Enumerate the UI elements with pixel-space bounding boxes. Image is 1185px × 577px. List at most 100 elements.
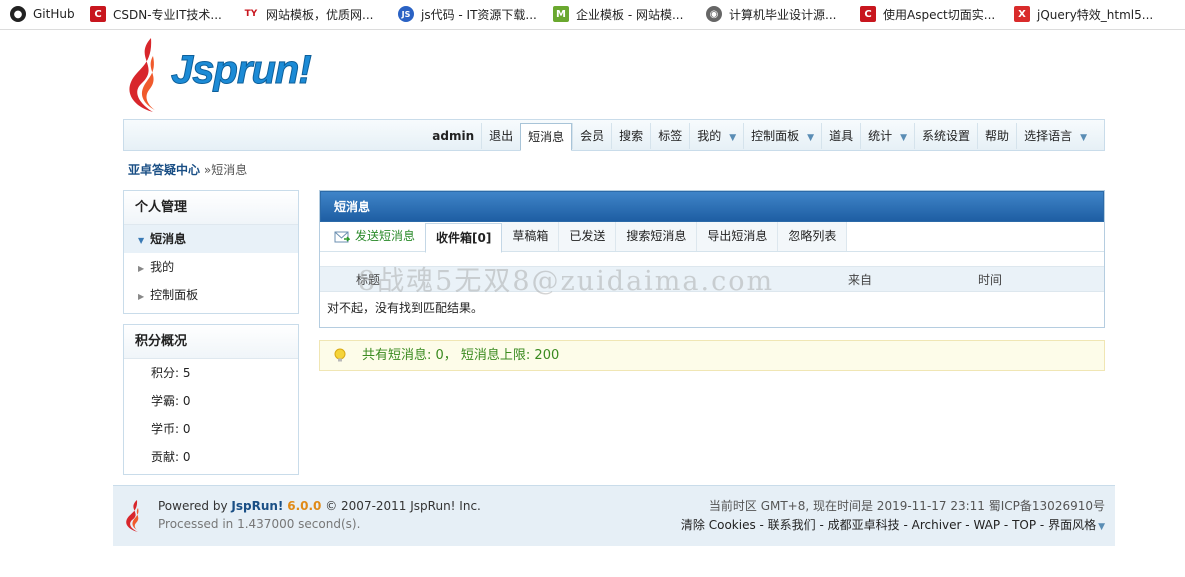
link-top[interactable]: TOP [1012,518,1036,532]
bookmark-ty[interactable]: TY 网站模板，优质网... [243,4,374,24]
pm-box-title: 短消息 [320,191,1104,222]
nav-control-panel[interactable]: 控制面板 ▼ [743,123,821,149]
bookmark-label: GitHub [33,7,75,21]
bookmark-label: 使用Aspect切面实... [883,7,996,22]
tab-drafts[interactable]: 草稿箱 [502,222,560,251]
nav-tools[interactable]: 道具 [821,123,860,149]
bookmark-csdn[interactable]: C CSDN-专业IT技术... [90,4,222,24]
link-archiver[interactable]: Archiver [912,518,962,532]
tab-send-pm[interactable]: 发送短消息 [326,222,425,251]
bookmark-label: jQuery特效_html5... [1037,7,1154,22]
credit-value: 0 [182,394,191,408]
bookmark-label: 企业模板 - 网站模... [576,7,684,22]
chevron-down-icon: ▼ [807,133,815,143]
brand-link[interactable]: JspRun! [231,499,283,513]
link-clear-cookies[interactable]: 清除 Cookies [681,518,756,532]
credit-value: 0 [182,422,191,436]
main-nav: admin 退出 短消息 会员 搜索 标签 我的 ▼ 控制面板 ▼ 道具 统计 ▼ 系… [123,119,1105,151]
panel-title: 个人管理 [124,191,298,225]
bookmark-js[interactable]: JS js代码 - IT资源下载... [398,4,537,24]
powered-by: Powered by JspRun! 6.0.0 © 2007-2011 Jsp… [158,499,481,513]
chevron-down-icon: ▼ [138,236,145,245]
breadcrumb-current: 短消息 [211,163,248,177]
bookmark-aspect[interactable]: C 使用Aspect切面实... [860,4,995,24]
panel-title: 积分概况 [124,325,298,359]
nav-stats[interactable]: 统计 ▼ [860,123,914,149]
pm-notice: 共有短消息: 0， 短消息上限: 200 [319,340,1105,371]
tab-label: 发送短消息 [355,229,416,243]
link-company[interactable]: 成都亚卓科技 [828,518,900,532]
link-contact[interactable]: 联系我们 [768,518,816,532]
link-wap[interactable]: WAP [973,518,1000,532]
personal-panel: 个人管理 ▼ 短消息 ▶ 我的 ▶ 控制面板 [123,190,299,314]
nav-user[interactable]: admin [425,123,481,149]
nav-language-label: 选择语言 [1024,129,1073,143]
breadcrumb-home[interactable]: 亚卓答疑中心 [128,163,200,177]
flame-icon [129,38,155,112]
sidebar-item-label: 我的 [150,260,175,274]
chevron-down-icon[interactable]: ▼ [1098,522,1105,532]
version: 6.0.0 [287,499,322,513]
tab-ignore-list[interactable]: 忽略列表 [778,222,848,251]
bookmark-globe[interactable]: ◉ 计算机毕业设计源... [706,4,836,24]
sidebar-item-pm[interactable]: ▼ 短消息 [124,225,298,253]
powered-prefix: Powered by [158,499,228,513]
chevron-right-icon: ▶ [138,264,145,273]
notice-text: 共有短消息: 0， 短消息上限: 200 [362,348,560,363]
watermark: 8战魂5无双8@zuidaima.com [358,266,775,297]
footer: Powered by JspRun! 6.0.0 © 2007-2011 Jsp… [113,485,1115,546]
empty-message: 对不起，没有找到匹配结果。 [327,301,484,315]
ty-icon: TY [244,9,258,19]
nav-logout[interactable]: 退出 [481,123,520,149]
nav-members[interactable]: 会员 [572,123,611,149]
bookmark-jquery[interactable]: X jQuery特效_html5... [1014,4,1153,24]
lightbulb-icon [334,348,346,362]
m-icon: M [553,6,569,22]
jq-icon: X [1014,6,1030,22]
column-from: 来自 [848,273,873,287]
sidebar-item-label: 短消息 [150,232,187,246]
chevron-down-icon: ▼ [729,133,737,143]
credits-panel: 积分概况 积分: 5 学霸: 0 学币: 0 贡献: 0 [123,324,299,475]
pm-tabs: 发送短消息 收件箱[0] 草稿箱 已发送 搜索短消息 导出短消息 忽略列表 [320,222,1104,253]
nav-pm[interactable]: 短消息 [520,123,573,151]
bookmark-github[interactable]: ● GitHub [10,4,75,24]
sidebar-item-control-panel[interactable]: ▶ 控制面板 [124,281,298,309]
bookmark-label: js代码 - IT资源下载... [421,7,537,22]
nav-settings[interactable]: 系统设置 [914,123,977,149]
chevron-down-icon: ▼ [900,133,908,143]
credit-value: 5 [182,366,191,380]
credit-label: 学币 [151,422,176,436]
link-theme[interactable]: 界面风格 [1048,518,1096,532]
credit-row: 学霸: 0 [151,394,191,408]
nav-stats-label: 统计 [868,129,893,143]
nav-control-panel-label: 控制面板 [751,129,800,143]
globe-icon: ◉ [706,6,722,22]
tab-search-pm[interactable]: 搜索短消息 [616,222,698,251]
sidebar-item-my[interactable]: ▶ 我的 [124,253,298,281]
credit-row: 贡献: 0 [151,450,191,464]
credit-row: 学币: 0 [151,422,191,436]
nav-help[interactable]: 帮助 [977,123,1016,149]
column-time: 时间 [978,273,1003,287]
tab-sent[interactable]: 已发送 [559,222,617,251]
js-icon: JS [398,6,414,22]
tab-export-pm[interactable]: 导出短消息 [697,222,779,251]
processed-time: Processed in 1.437000 second(s). [158,517,361,531]
nav-search[interactable]: 搜索 [611,123,650,149]
bookmark-label: 计算机毕业设计源... [729,7,837,22]
tab-inbox[interactable]: 收件箱[0] [425,223,503,253]
credit-label: 积分 [151,366,176,380]
nav-language[interactable]: 选择语言 ▼ [1016,123,1094,149]
nav-tags[interactable]: 标签 [650,123,689,149]
nav-my-label: 我的 [697,129,722,143]
bookmark-m[interactable]: M 企业模板 - 网站模... [553,4,683,24]
nav-my[interactable]: 我的 ▼ [689,123,743,149]
csdn-icon: C [90,6,106,22]
footer-links: 清除 Cookies - 联系我们 - 成都亚卓科技 - Archiver - … [680,518,1105,532]
chevron-down-icon: ▼ [1080,133,1087,143]
bookmarks-bar: ● GitHub C CSDN-专业IT技术... TY 网站模板，优质网...… [0,0,1185,30]
bookmark-label: CSDN-专业IT技术... [113,7,222,22]
site-logo[interactable]: Jsprun! [123,36,323,114]
github-icon: ● [10,6,26,22]
